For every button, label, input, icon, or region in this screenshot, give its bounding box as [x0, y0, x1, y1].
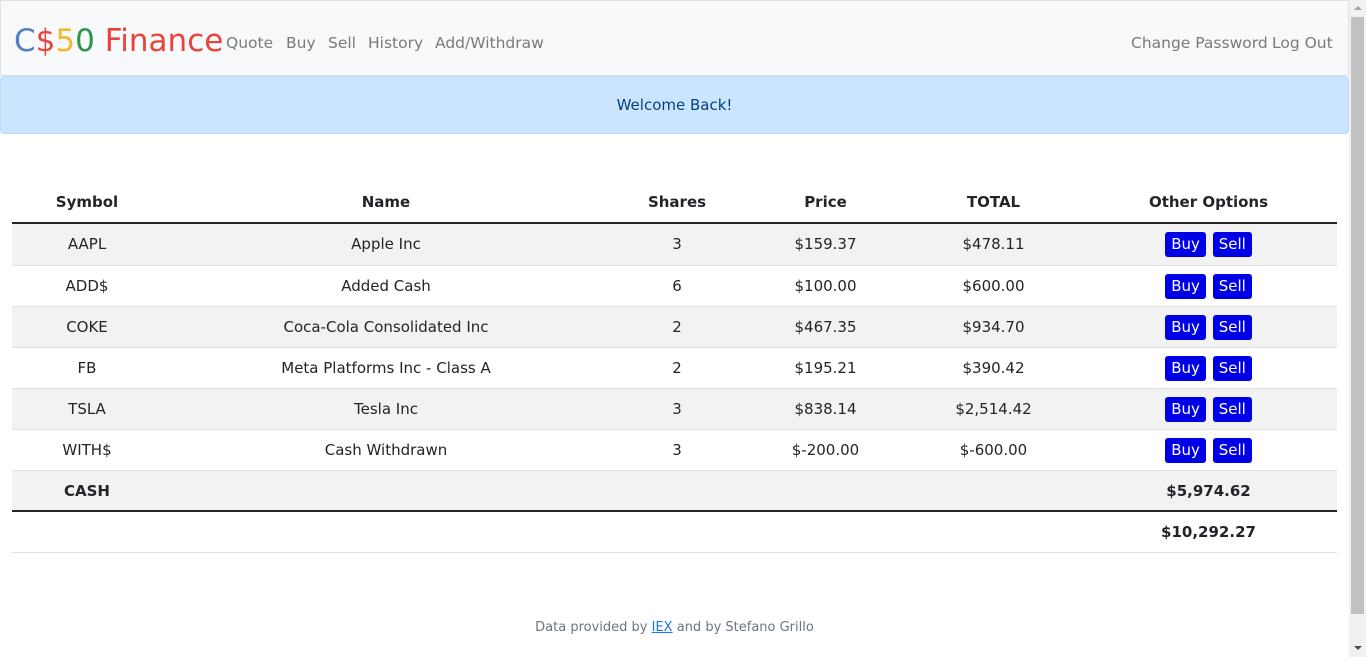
brand-dollar: $: [35, 23, 56, 59]
brand-letter-c: C: [14, 23, 36, 59]
nav-log-out[interactable]: Log Out: [1272, 33, 1333, 53]
table-row: AAPL Apple Inc 3 $159.37 $478.11 Buy Sell: [12, 224, 1337, 265]
navbar: C$50 Finance Quote Buy Sell History Add/…: [0, 0, 1349, 76]
cell-shares: 3: [672, 400, 682, 418]
cash-value: $5,974.62: [1166, 482, 1251, 500]
buy-button[interactable]: Buy: [1165, 232, 1206, 257]
cell-symbol: FB: [77, 359, 97, 377]
cell-options: Buy Sell: [1080, 307, 1337, 348]
buy-button[interactable]: Buy: [1165, 274, 1206, 299]
cell-total: $600.00: [962, 277, 1025, 295]
cell-price: $838.14: [794, 400, 857, 418]
cell-shares: 6: [672, 277, 682, 295]
cell-name: Apple Inc: [351, 235, 421, 253]
sell-button[interactable]: Sell: [1212, 232, 1252, 257]
cell-name: Coca-Cola Consolidated Inc: [283, 318, 489, 336]
cell-price: $159.37: [794, 235, 857, 253]
sell-button[interactable]: Sell: [1212, 315, 1252, 340]
cell-shares: 2: [672, 359, 682, 377]
buy-button[interactable]: Buy: [1165, 356, 1206, 381]
header-price: Price: [804, 193, 847, 211]
brand-finance: Finance: [94, 23, 224, 59]
cell-total: $934.70: [962, 318, 1025, 336]
nav-buy[interactable]: Buy: [286, 33, 316, 53]
header-shares: Shares: [647, 193, 707, 211]
cell-total: $-600.00: [959, 441, 1028, 459]
table-row: FB Meta Platforms Inc - Class A 2 $195.21 $3…: [12, 347, 1337, 388]
cell-price: $-200.00: [791, 441, 860, 459]
table-row: TSLA Tesla Inc 3 $838.14 $2,514.42 Buy Sell: [12, 388, 1337, 429]
nav-change-password[interactable]: Change Password: [1131, 33, 1268, 53]
cell-symbol: TSLA: [68, 400, 106, 418]
cell-shares: 2: [672, 318, 682, 336]
table-row: WITH$ Cash Withdrawn 3 $-200.00 $-600.00 Buy …: [12, 429, 1337, 470]
cell-options: Buy Sell: [1080, 348, 1337, 389]
cell-total: $390.42: [962, 359, 1025, 377]
cell-name: Meta Platforms Inc - Class A: [281, 359, 491, 377]
cell-name: Cash Withdrawn: [324, 441, 448, 459]
nav-history[interactable]: History: [368, 33, 423, 53]
header-other-options: Other Options: [1148, 193, 1269, 211]
sell-button[interactable]: Sell: [1212, 397, 1252, 422]
table-row: COKE Coca-Cola Consolidated Inc 2 $467.35 $9…: [12, 306, 1337, 347]
header-total: TOTAL: [966, 193, 1021, 211]
cell-symbol: COKE: [66, 318, 108, 336]
cell-price: $100.00: [794, 277, 857, 295]
sell-button[interactable]: Sell: [1212, 438, 1252, 463]
cell-options: Buy Sell: [1080, 430, 1337, 471]
sell-button[interactable]: Sell: [1212, 356, 1252, 381]
grand-total-value: $10,292.27: [1161, 523, 1256, 541]
cell-price: $467.35: [794, 318, 857, 336]
table-header: Symbol Name Shares Price TOTAL Other Opt…: [12, 182, 1337, 223]
footer-prefix: Data provided by: [535, 620, 652, 635]
buy-button[interactable]: Buy: [1165, 397, 1206, 422]
cash-label: CASH: [64, 482, 110, 500]
header-name: Name: [361, 193, 411, 211]
table-row: ADD$ Added Cash 6 $100.00 $600.00 Buy Sell: [12, 265, 1337, 306]
buy-button[interactable]: Buy: [1165, 315, 1206, 340]
footer-iex-link[interactable]: IEX: [652, 620, 673, 635]
brand-logo[interactable]: C$50 Finance: [14, 21, 223, 61]
cell-total: $478.11: [962, 235, 1025, 253]
scroll-thumb[interactable]: [1351, 17, 1364, 614]
buy-button[interactable]: Buy: [1165, 438, 1206, 463]
cell-name: Tesla Inc: [354, 400, 418, 418]
footer-suffix: and by Stefano Grillo: [672, 620, 814, 635]
cell-options: Buy Sell: [1080, 389, 1337, 430]
page-scrollbar[interactable]: [1349, 0, 1366, 657]
nav-sell[interactable]: Sell: [328, 33, 356, 53]
cell-symbol: AAPL: [67, 235, 107, 253]
brand-five: 5: [55, 23, 76, 59]
scroll-down-arrow[interactable]: [1349, 640, 1366, 657]
cell-symbol: ADD$: [65, 277, 109, 295]
cell-price: $195.21: [794, 359, 857, 377]
cash-row: CASH $5,974.62: [12, 470, 1337, 511]
footer: Data provided by IEX and by Stefano Gril…: [0, 619, 1349, 637]
cell-symbol: WITH$: [62, 441, 112, 459]
grand-total-row: $10,292.27: [12, 512, 1337, 553]
sell-button[interactable]: Sell: [1212, 274, 1252, 299]
cell-options: Buy Sell: [1080, 266, 1337, 307]
page: C$50 Finance Quote Buy Sell History Add/…: [0, 0, 1349, 657]
header-symbol: Symbol: [55, 193, 119, 211]
scroll-up-arrow[interactable]: [1349, 0, 1366, 17]
cell-shares: 3: [672, 441, 682, 459]
nav-quote[interactable]: Quote: [226, 33, 273, 53]
cell-name: Added Cash: [341, 277, 431, 295]
cell-options: Buy Sell: [1080, 224, 1337, 265]
welcome-alert: Welcome Back!: [0, 76, 1349, 134]
cell-shares: 3: [672, 235, 682, 253]
cell-total: $2,514.42: [955, 400, 1032, 418]
brand-zero: 0: [75, 23, 95, 59]
nav-add-withdraw[interactable]: Add/Withdraw: [435, 33, 544, 53]
